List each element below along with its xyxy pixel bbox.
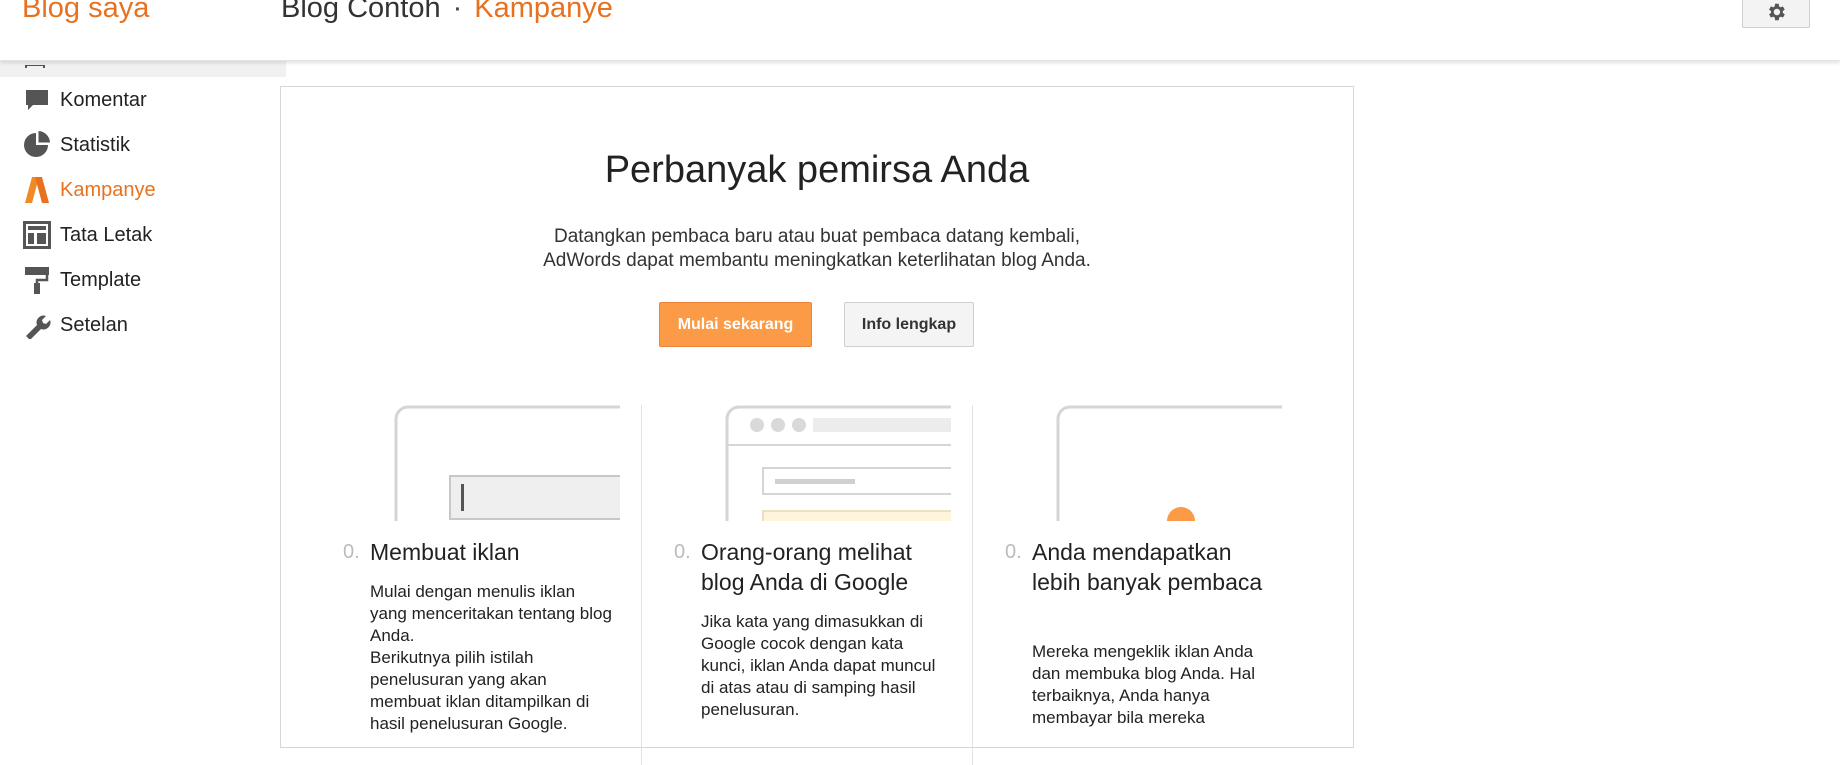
sidebar-item-label: Kampanye bbox=[60, 178, 156, 201]
my-blogs-link[interactable]: Blog saya bbox=[22, 0, 149, 25]
sidebar-item-label: Statistik bbox=[60, 133, 131, 156]
sidebar-item-label: Tata Letak bbox=[60, 223, 153, 246]
page-title: Perbanyak pemirsa Anda bbox=[604, 149, 1030, 191]
step-number: 0. bbox=[674, 541, 691, 563]
create-ad-illustration bbox=[394, 405, 620, 521]
breadcrumb: Blog Contoh · Kampanye bbox=[281, 0, 613, 25]
sidebar-item-label: Setelan bbox=[60, 313, 128, 336]
adwords-icon bbox=[22, 175, 52, 205]
top-header: Blog saya Blog Contoh · Kampanye bbox=[0, 0, 1840, 61]
step-description: Mereka mengeklik iklan Anda dan membuka … bbox=[1032, 642, 1256, 727]
step-title: Membuat iklan bbox=[370, 539, 520, 565]
comment-icon bbox=[22, 85, 52, 115]
step-number: 0. bbox=[343, 541, 360, 563]
sidebar-item-label: Komentar bbox=[60, 88, 147, 111]
sidebar-item-template[interactable]: Template bbox=[22, 265, 141, 295]
start-now-button[interactable]: Mulai sekarang bbox=[659, 302, 812, 347]
column-divider bbox=[972, 405, 973, 765]
paint-roller-icon bbox=[22, 265, 52, 295]
breadcrumb-separator: · bbox=[452, 0, 463, 24]
step-number: 0. bbox=[1005, 541, 1022, 563]
settings-button[interactable] bbox=[1742, 0, 1810, 28]
wrench-icon bbox=[22, 310, 52, 340]
intro-text: Datangkan pembaca baru atau buat pembaca… bbox=[281, 225, 1353, 273]
sidebar-item-komentar[interactable]: Komentar bbox=[22, 85, 147, 115]
sidebar-item-tata-letak[interactable]: Tata Letak bbox=[22, 220, 152, 250]
step-title: Orang-orang melihat blog Anda di Google bbox=[701, 539, 912, 595]
learn-more-button[interactable]: Info lengkap bbox=[844, 302, 974, 347]
readers-illustration bbox=[1056, 405, 1282, 521]
intro-line-1: Datangkan pembaca baru atau buat pembaca… bbox=[553, 226, 1081, 247]
pie-chart-icon bbox=[22, 130, 52, 160]
intro-line-2: AdWords dapat membantu meningkatkan kete… bbox=[543, 250, 1091, 271]
sidebar-item-kampanye[interactable]: Kampanye bbox=[22, 175, 156, 205]
gear-icon bbox=[1769, 3, 1785, 21]
blog-name-link[interactable]: Blog Contoh bbox=[281, 0, 441, 24]
step-description: Jika kata yang dimasukkan di Google coco… bbox=[701, 612, 936, 719]
sidebar-item-label: Template bbox=[60, 268, 142, 291]
layout-icon bbox=[22, 220, 52, 250]
sidebar-item-statistik[interactable]: Statistik bbox=[22, 130, 130, 160]
campaign-card: Perbanyak pemirsa Anda Datangkan pembaca… bbox=[280, 86, 1354, 765]
column-divider bbox=[641, 405, 642, 765]
step-title: Anda mendapatkan lebih banyak pembaca bbox=[1032, 539, 1263, 595]
search-results-illustration bbox=[725, 405, 951, 521]
step-description: Mulai dengan menulis iklan yang mencerit… bbox=[370, 582, 612, 733]
current-section: Kampanye bbox=[474, 0, 613, 24]
sidebar-item-setelan[interactable]: Setelan bbox=[22, 310, 128, 340]
posts-icon bbox=[24, 60, 48, 68]
